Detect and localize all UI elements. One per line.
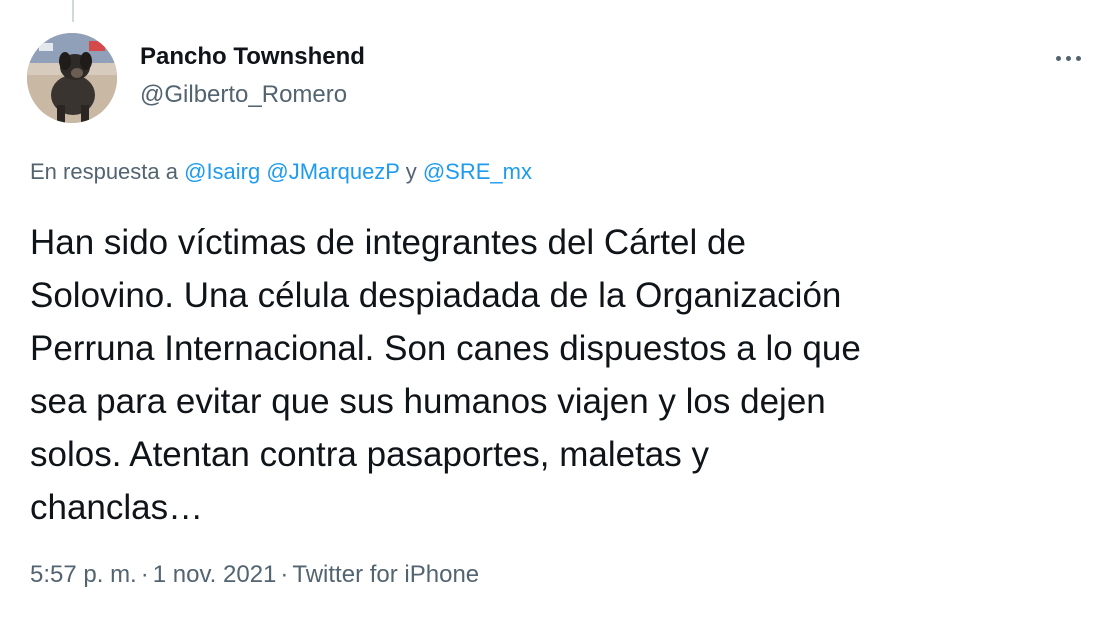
tweet-text-line: chanclas… — [30, 488, 204, 527]
author-handle[interactable]: @Gilberto_Romero — [140, 80, 365, 110]
more-options-button[interactable] — [1046, 44, 1090, 72]
tweet-text-line: Perruna Internacional. Son canes dispues… — [30, 329, 861, 368]
reply-prefix: En respuesta a — [30, 159, 178, 184]
tweet-text-line: Han sido víctimas de integrantes del Cár… — [30, 223, 746, 262]
mention-jmarquezp[interactable]: @JMarquezP — [266, 159, 399, 184]
tweet-text: Han sido víctimas de integrantes del Cár… — [30, 216, 1070, 534]
more-dot — [1075, 55, 1081, 61]
more-dots-icon — [1055, 55, 1061, 61]
tweet-text-line: solos. Atentan contra pasaportes, maleta… — [30, 435, 709, 474]
tweet-text-line: sea para evitar que sus humanos viajen y… — [30, 382, 826, 421]
meta-separator: · — [140, 561, 149, 588]
tweet-source[interactable]: Twitter for iPhone — [292, 561, 479, 588]
tweet-meta: 5:57 p. m. · 1 nov. 2021 · Twitter for iPhon… — [30, 560, 479, 590]
author-display-name[interactable]: Pancho Townshend — [140, 42, 365, 72]
reply-context: En respuesta a @Isairg @JMarquezP y @SRE… — [30, 157, 532, 187]
author-block: Pancho Townshend @Gilberto_Romero — [140, 42, 365, 110]
tweet-card: Pancho Townshend @Gilberto_Romero En res… — [0, 0, 1116, 620]
thread-connector-line — [72, 0, 74, 22]
reply-conjunction: y — [405, 159, 417, 184]
mention-isairg[interactable]: @Isairg — [184, 159, 260, 184]
meta-separator: · — [280, 561, 289, 588]
mention-sre-mx[interactable]: @SRE_mx — [423, 159, 532, 184]
tweet-time[interactable]: 5:57 p. m. — [30, 561, 137, 588]
tweet-text-line: Solovino. Una célula despiadada de la Or… — [30, 276, 842, 315]
avatar[interactable] — [27, 33, 117, 123]
dog-avatar-icon — [27, 33, 117, 123]
tweet-date[interactable]: 1 nov. 2021 — [153, 561, 277, 588]
more-dot — [1065, 55, 1071, 61]
